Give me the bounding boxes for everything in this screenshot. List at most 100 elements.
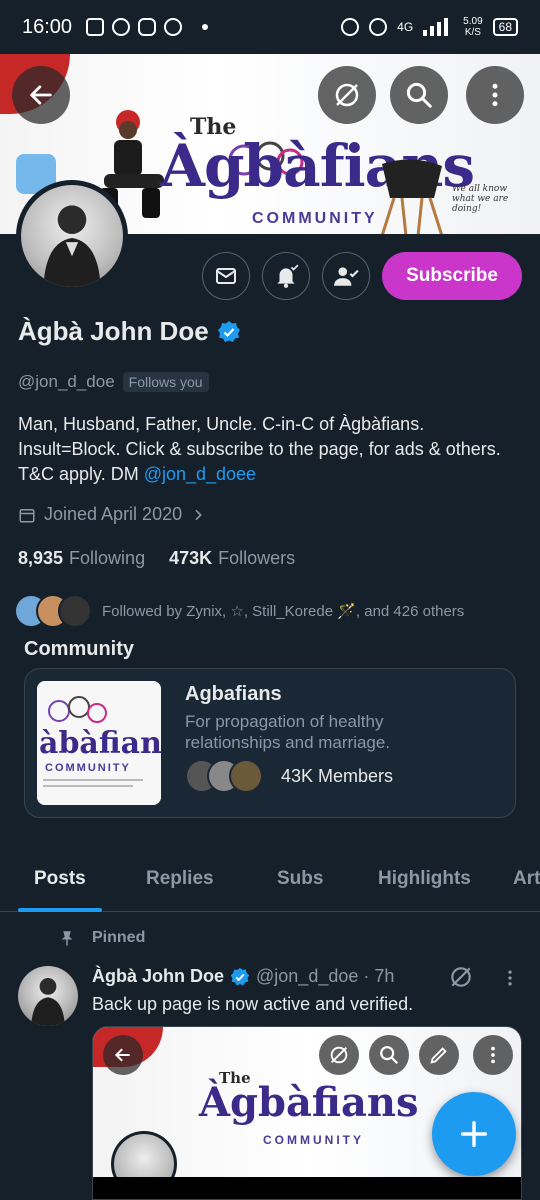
tab-replies[interactable]: Replies — [146, 868, 214, 890]
following-count: 8,935 — [18, 548, 64, 568]
community-heading: Community — [24, 638, 134, 660]
following-button[interactable] — [322, 252, 370, 300]
post-header: Àgbà John Doe @jon_d_doe · 7h — [92, 966, 394, 987]
profile-handle: @jon_d_doe — [18, 372, 115, 391]
media-title: Àgbàfians — [199, 1079, 419, 1126]
tab-subs[interactable]: Subs — [277, 868, 323, 890]
sim-icon — [86, 18, 105, 36]
whatsapp-icon — [164, 18, 183, 36]
followed-by-text: Followed by Zynix, ☆, Still_Korede 🪄, an… — [102, 603, 465, 620]
more-vertical-icon — [508, 970, 512, 986]
media-dark-strip — [93, 1177, 521, 1199]
mutual-avatars — [14, 594, 92, 628]
followers-link[interactable]: 473K Followers — [169, 548, 295, 569]
post-more-button[interactable] — [500, 966, 520, 995]
search-button[interactable] — [390, 66, 448, 124]
banner-script-text: We all know what we are doing! — [452, 184, 509, 214]
chevron-right-icon — [195, 509, 202, 520]
post-author-avatar[interactable] — [18, 966, 78, 1026]
media-search-icon — [369, 1035, 409, 1075]
play-icon — [112, 18, 131, 36]
thumb-title: àbàfians — [39, 726, 161, 761]
more-vertical-icon — [492, 83, 498, 107]
back-arrow-icon — [30, 85, 52, 105]
instagram-icon — [138, 18, 157, 36]
post-grok-button[interactable] — [448, 964, 474, 995]
more-options-button[interactable] — [466, 66, 524, 124]
profile-name-row: Àgbà John Doe — [18, 316, 241, 347]
followers-count: 473K — [169, 548, 213, 568]
post-handle-time: @jon_d_doe · 7h — [256, 966, 395, 986]
community-name: Agbafians — [185, 683, 282, 705]
media-subtitle: COMMUNITY — [263, 1133, 364, 1147]
post-avatar-photo — [31, 978, 65, 1026]
battery-indicator: 68 — [492, 18, 518, 36]
net-speed-unit: K/S — [464, 27, 481, 38]
thumb-subtitle: COMMUNITY — [45, 762, 131, 774]
post-author-name[interactable]: Àgbà John Doe — [92, 966, 224, 987]
media-edit-icon — [419, 1035, 459, 1075]
system-icons: 4G 5.09 K/S 68 — [341, 16, 518, 38]
media-grok-icon — [319, 1035, 359, 1075]
post-text: Back up page is now active and verified. — [92, 994, 414, 1014]
signal-icon — [423, 18, 449, 36]
profile-tabs: Posts Replies Subs Highlights Art — [0, 852, 540, 912]
avatar — [229, 759, 263, 793]
headset-icon — [341, 18, 360, 36]
grok-icon — [335, 83, 359, 107]
verified-badge-icon[interactable] — [217, 320, 241, 344]
notifications-button[interactable] — [262, 252, 310, 300]
status-time: 16:00 — [22, 15, 73, 38]
message-button[interactable] — [202, 252, 250, 300]
notification-icons — [86, 18, 209, 36]
community-members: 43K Members — [185, 759, 393, 793]
follows-you-badge: Follows you — [122, 372, 209, 392]
media-more-icon — [473, 1035, 513, 1075]
profile-display-name: Àgbà John Doe — [18, 316, 209, 346]
community-thumb-image: àbàfians COMMUNITY — [37, 681, 161, 805]
avatar — [58, 594, 92, 628]
grok-icon — [451, 967, 471, 987]
bio-text: Man, Husband, Father, Uncle. C-in-C of À… — [18, 414, 501, 484]
members-count: 43K Members — [281, 765, 394, 786]
person-check-icon — [334, 267, 359, 286]
bio-mention-link[interactable]: @jon_d_doee — [144, 464, 256, 484]
profile-avatar[interactable] — [16, 180, 128, 292]
status-bar: 16:00 4G 5.09 K/S 68 — [0, 0, 540, 54]
compose-button[interactable] — [432, 1092, 516, 1176]
net-speed-value: 5.09 — [463, 16, 483, 27]
back-button[interactable] — [12, 66, 70, 124]
follow-stats: 8,935 Following 473K Followers — [18, 548, 295, 569]
following-label: Following — [69, 548, 146, 568]
active-tab-indicator — [18, 908, 102, 912]
avatar-photo — [43, 205, 101, 287]
network-type: 4G — [397, 20, 414, 34]
following-link[interactable]: 8,935 Following — [18, 548, 145, 569]
joined-date: Joined April 2020 — [44, 504, 183, 524]
search-icon — [406, 82, 432, 108]
pin-icon — [61, 931, 73, 946]
pinned-label: Pinned — [92, 929, 146, 946]
community-description: For propagation of healthy relationships… — [185, 712, 391, 752]
net-speed: 5.09 K/S — [463, 16, 482, 38]
subscribe-button[interactable]: Subscribe — [382, 252, 522, 300]
bell-icon — [277, 264, 299, 288]
tab-posts[interactable]: Posts — [34, 868, 86, 890]
joined-row[interactable]: Joined April 2020 — [18, 504, 206, 525]
member-avatars — [185, 759, 263, 793]
more-notifications-dot — [202, 24, 209, 30]
compose-plus-icon — [460, 1120, 488, 1148]
verified-badge-icon — [230, 967, 250, 985]
community-card[interactable]: àbàfians COMMUNITY Agbafians For propaga… — [24, 668, 516, 818]
followed-by-row[interactable]: Followed by Zynix, ☆, Still_Korede 🪄, an… — [14, 594, 464, 628]
community-thumbnail: àbàfians COMMUNITY — [37, 681, 161, 805]
mail-icon — [216, 268, 236, 284]
banner-chair-image — [381, 159, 443, 234]
media-back-icon — [103, 1035, 143, 1075]
grok-button[interactable] — [318, 66, 376, 124]
handle-row: @jon_d_doe Follows you — [18, 372, 209, 392]
banner-subtitle: COMMUNITY — [252, 210, 378, 227]
tab-highlights[interactable]: Highlights — [378, 868, 471, 890]
pinned-indicator: Pinned — [58, 928, 145, 948]
tab-articles[interactable]: Art — [513, 868, 540, 890]
